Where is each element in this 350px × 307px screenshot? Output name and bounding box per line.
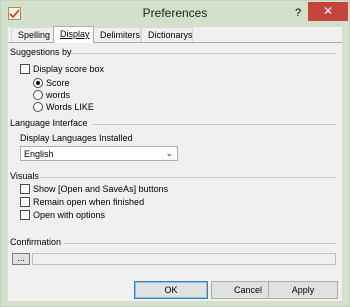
tab-dictionarys-label: Dictionarys [148, 30, 193, 40]
language-divider [93, 124, 336, 125]
radio-score[interactable] [33, 78, 43, 88]
help-button[interactable]: ? [290, 5, 306, 21]
radio-score-label[interactable]: Score [46, 78, 70, 88]
suggestions-heading: Suggestions by [10, 47, 72, 57]
confirmation-path-field[interactable] [32, 253, 336, 265]
browse-button[interactable]: ... [12, 253, 30, 265]
radio-words-like-label[interactable]: Words LIKE [46, 102, 94, 112]
tab-dictionarys[interactable]: Dictionarys [141, 27, 193, 42]
show-open-saveas-label[interactable]: Show [Open and SaveAs] buttons [33, 184, 168, 194]
radio-words-label[interactable]: words [46, 90, 70, 100]
apply-button[interactable]: Apply [268, 281, 338, 299]
language-heading: Language Interface [10, 118, 88, 128]
close-button[interactable]: ✕ [308, 2, 348, 21]
languages-installed-label: Display Languages Installed [20, 133, 133, 143]
radio-words-like[interactable] [33, 102, 43, 112]
show-open-saveas-checkbox[interactable] [20, 184, 30, 194]
tab-display[interactable]: Display [53, 26, 94, 43]
display-score-box-label[interactable]: Display score box [33, 64, 104, 74]
remain-open-label[interactable]: Remain open when finished [33, 197, 144, 207]
tab-display-label: Display [60, 29, 90, 39]
open-with-options-checkbox[interactable] [20, 210, 30, 220]
confirmation-divider [64, 243, 336, 244]
tab-delimiters[interactable]: Delimiters [93, 27, 141, 42]
tab-spelling[interactable]: Spelling [11, 27, 54, 42]
tab-delimiters-label: Delimiters [100, 30, 141, 40]
display-score-box-checkbox[interactable] [20, 64, 30, 74]
confirmation-heading: Confirmation [10, 237, 62, 247]
remain-open-checkbox[interactable] [20, 197, 30, 207]
suggestions-divider [70, 53, 336, 54]
preferences-window: Preferences ? ✕ Spelling Display Delimit… [0, 0, 350, 307]
dialog-client-area: Spelling Display Delimiters Dictionarys … [8, 26, 342, 301]
visuals-heading: Visuals [10, 171, 39, 181]
visuals-divider [40, 177, 336, 178]
radio-words[interactable] [33, 90, 43, 100]
open-with-options-label[interactable]: Open with options [33, 210, 105, 220]
tab-spelling-label: Spelling [18, 30, 51, 40]
chevron-down-icon: ⌄ [165, 148, 173, 158]
title-bar[interactable]: Preferences ? ✕ [1, 1, 349, 27]
language-select-value: English [24, 149, 54, 159]
ok-button[interactable]: OK [134, 281, 208, 299]
display-tab-panel: Suggestions by Display score box Score w… [8, 42, 342, 275]
language-select[interactable]: English ⌄ [20, 146, 178, 161]
